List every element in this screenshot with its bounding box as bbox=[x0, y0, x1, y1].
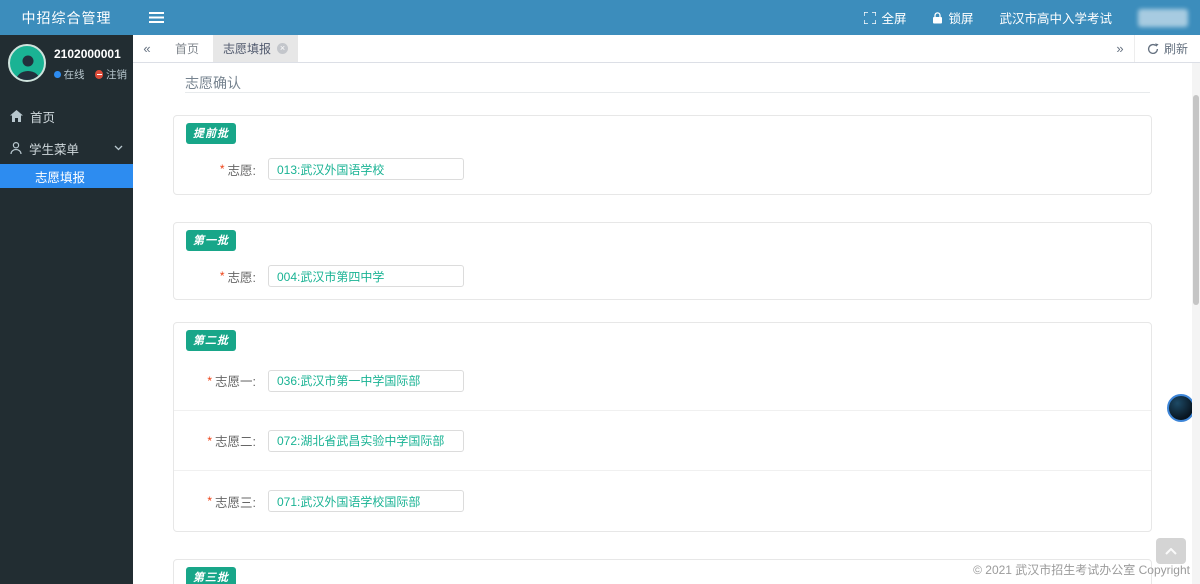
panel-head: 提前批 bbox=[174, 116, 1151, 144]
fullscreen-label: 全屏 bbox=[881, 12, 907, 26]
required-asterisk: * bbox=[207, 494, 213, 508]
volunteer-input[interactable] bbox=[268, 369, 464, 392]
field-label-text: 志愿三: bbox=[215, 495, 256, 510]
batch-badge: 提前批 bbox=[186, 123, 236, 144]
float-ball-button[interactable] bbox=[1167, 394, 1195, 422]
sidebar-menu: 首页 学生菜单 志愿填报 bbox=[0, 100, 133, 188]
user-panel: 2102000001 在线 注销 bbox=[0, 35, 133, 92]
field-label: * 志愿一: bbox=[186, 371, 256, 390]
tab-volunteer[interactable]: 志愿填报 × bbox=[213, 35, 299, 62]
field-label: * 志愿: bbox=[186, 267, 256, 286]
hamburger-icon[interactable] bbox=[149, 12, 164, 23]
user-info: 2102000001 在线 注销 bbox=[54, 44, 127, 82]
sidebar-item-student-menu[interactable]: 学生菜单 bbox=[0, 132, 133, 164]
avatar bbox=[8, 44, 46, 82]
scrollbar[interactable] bbox=[1192, 63, 1200, 584]
sidebar-subitem-volunteer[interactable]: 志愿填报 bbox=[0, 164, 133, 188]
sidebar: 中招综合管理 2102000001 在线 注销 首页 学生菜单 志愿填报 bbox=[0, 0, 133, 584]
back-to-top-button[interactable] bbox=[1156, 538, 1186, 564]
form-row: * 志愿: bbox=[174, 158, 1151, 180]
sidebar-item-label: 首页 bbox=[30, 110, 56, 125]
topbar: 全屏 锁屏 武汉市高中入学考试 bbox=[133, 0, 1200, 35]
refresh-button[interactable]: 刷新 bbox=[1133, 35, 1200, 62]
content: 志愿确认 提前批 * 志愿: 第一批 bbox=[133, 63, 1200, 584]
sidebar-item-home[interactable]: 首页 bbox=[0, 100, 133, 132]
logout-label[interactable]: 注销 bbox=[106, 67, 127, 82]
avatar-person-icon bbox=[16, 55, 40, 80]
batch-badge: 第二批 bbox=[186, 330, 236, 351]
form-row: * 志愿一: bbox=[174, 351, 1151, 411]
person-icon bbox=[10, 142, 22, 154]
batch-panel-advance: 提前批 * 志愿: bbox=[173, 115, 1152, 195]
tabbar: « 首页 志愿填报 × » 刷新 bbox=[133, 35, 1200, 63]
field-label: * 志愿三: bbox=[186, 492, 256, 511]
batch-badge: 第一批 bbox=[186, 230, 236, 251]
logout-icon[interactable] bbox=[94, 70, 103, 79]
exam-title: 武汉市高中入学考试 bbox=[999, 12, 1112, 26]
tabbar-right: » 刷新 bbox=[1106, 35, 1200, 62]
online-label: 在线 bbox=[63, 69, 85, 81]
volunteer-input[interactable] bbox=[268, 265, 464, 287]
refresh-icon bbox=[1147, 42, 1159, 54]
field-label-text: 志愿: bbox=[227, 270, 256, 285]
lock-icon bbox=[933, 11, 943, 23]
refresh-label: 刷新 bbox=[1163, 42, 1188, 56]
tab-scroll-left-button[interactable]: « bbox=[133, 35, 161, 62]
app-window: 中招综合管理 2102000001 在线 注销 首页 学生菜单 志愿填报 全屏 … bbox=[0, 0, 1200, 584]
field-label-text: 志愿一: bbox=[215, 375, 256, 389]
main-area: 全屏 锁屏 武汉市高中入学考试 « 首页 志愿填报 × » 刷新 志愿确认 提前… bbox=[133, 0, 1200, 584]
user-status: 在线 注销 bbox=[54, 67, 127, 82]
panel-head: 第一批 bbox=[174, 223, 1151, 251]
required-asterisk: * bbox=[207, 433, 213, 448]
batch-panel-second: 第二批 * 志愿一: * 志愿二: bbox=[173, 322, 1152, 532]
tab-close-icon[interactable]: × bbox=[277, 43, 289, 54]
lockscreen-label: 锁屏 bbox=[948, 12, 974, 26]
chevron-down-icon bbox=[114, 145, 123, 151]
required-asterisk: * bbox=[207, 373, 213, 388]
home-icon bbox=[10, 110, 23, 122]
user-name-blurred[interactable] bbox=[1138, 8, 1188, 27]
form-row: * 志愿二: bbox=[174, 411, 1151, 471]
field-label: * 志愿二: bbox=[186, 431, 256, 450]
page-title: 志愿确认 bbox=[185, 76, 1150, 93]
field-label-text: 志愿二: bbox=[215, 435, 256, 449]
fullscreen-icon bbox=[864, 11, 877, 24]
batch-panel-first: 第一批 * 志愿: bbox=[173, 222, 1152, 300]
online-dot-icon bbox=[54, 71, 61, 78]
panel-head: 第二批 bbox=[174, 323, 1151, 351]
volunteer-input[interactable] bbox=[268, 429, 464, 452]
lockscreen-button[interactable]: 锁屏 bbox=[932, 8, 973, 27]
field-label-text: 志愿: bbox=[227, 163, 256, 178]
field-label: * 志愿: bbox=[186, 160, 256, 179]
form-row: * 志愿: bbox=[174, 265, 1151, 287]
tab-scroll-right-button[interactable]: » bbox=[1106, 35, 1134, 62]
chevron-up-icon bbox=[1165, 547, 1177, 555]
tab-label: 志愿填报 bbox=[223, 42, 272, 56]
volunteer-input[interactable] bbox=[268, 490, 464, 512]
required-asterisk: * bbox=[219, 162, 225, 176]
sidebar-item-label: 学生菜单 bbox=[29, 142, 80, 157]
scrollbar-thumb[interactable] bbox=[1193, 95, 1199, 305]
form-row: * 志愿三: bbox=[174, 471, 1151, 531]
topbar-right: 全屏 锁屏 武汉市高中入学考试 bbox=[864, 8, 1188, 27]
app-logo: 中招综合管理 bbox=[0, 0, 133, 35]
batch-badge: 第三批 bbox=[186, 567, 236, 584]
tab-home[interactable]: 首页 bbox=[161, 35, 213, 62]
fullscreen-button[interactable]: 全屏 bbox=[864, 8, 906, 27]
user-id: 2102000001 bbox=[54, 47, 121, 61]
volunteer-input[interactable] bbox=[268, 158, 464, 180]
required-asterisk: * bbox=[219, 269, 225, 283]
